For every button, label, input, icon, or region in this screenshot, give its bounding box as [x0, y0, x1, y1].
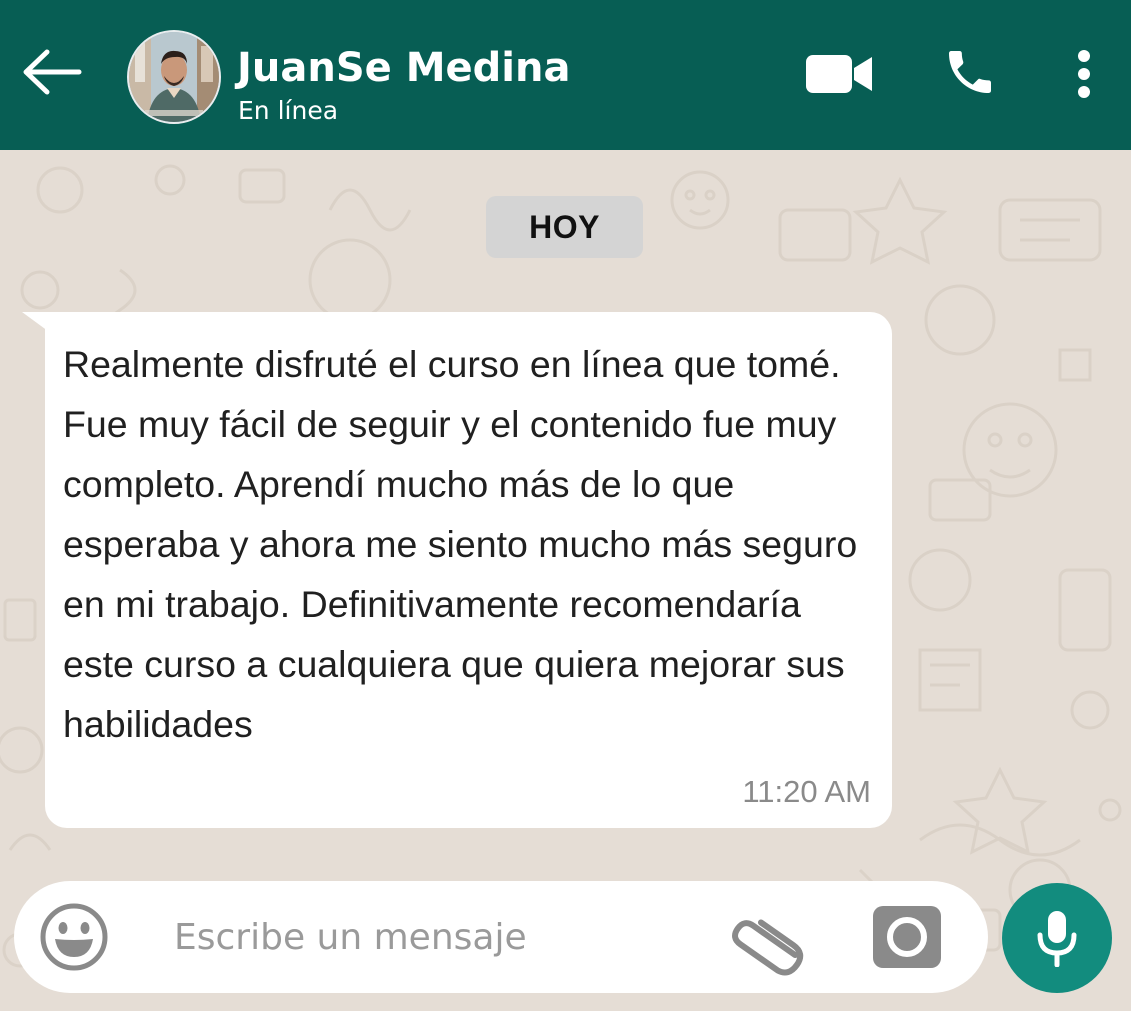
phone-icon — [949, 51, 991, 93]
attach-button[interactable] — [728, 901, 814, 977]
date-separator: HOY — [486, 196, 643, 258]
message-text: Realmente disfruté el curso en línea que… — [63, 343, 858, 745]
contact-name[interactable]: JuanSe Medina — [237, 45, 570, 91]
back-button[interactable] — [20, 44, 84, 100]
more-vertical-icon — [1078, 50, 1090, 98]
avatar-photo — [129, 32, 219, 122]
video-call-button[interactable] — [804, 48, 876, 100]
message-composer — [14, 881, 988, 993]
message-bubble[interactable]: Realmente disfruté el curso en línea que… — [45, 312, 892, 828]
message-input[interactable] — [174, 907, 694, 967]
camera-button[interactable] — [870, 903, 944, 971]
chat-header: JuanSe Medina En línea — [0, 0, 1131, 150]
emoji-button[interactable] — [38, 901, 110, 973]
emoji-icon — [40, 903, 108, 971]
camera-icon — [873, 906, 941, 968]
microphone-icon — [1037, 911, 1077, 967]
message-time: 11:20 AM — [742, 774, 871, 809]
voice-message-button[interactable] — [1002, 883, 1112, 993]
more-options-button[interactable] — [1064, 46, 1104, 102]
voice-call-button[interactable] — [938, 42, 1002, 102]
paperclip-icon — [732, 919, 804, 976]
contact-status: En línea — [238, 96, 339, 125]
arrow-left-icon — [23, 49, 82, 95]
video-camera-icon — [806, 55, 872, 93]
avatar[interactable] — [127, 30, 221, 124]
